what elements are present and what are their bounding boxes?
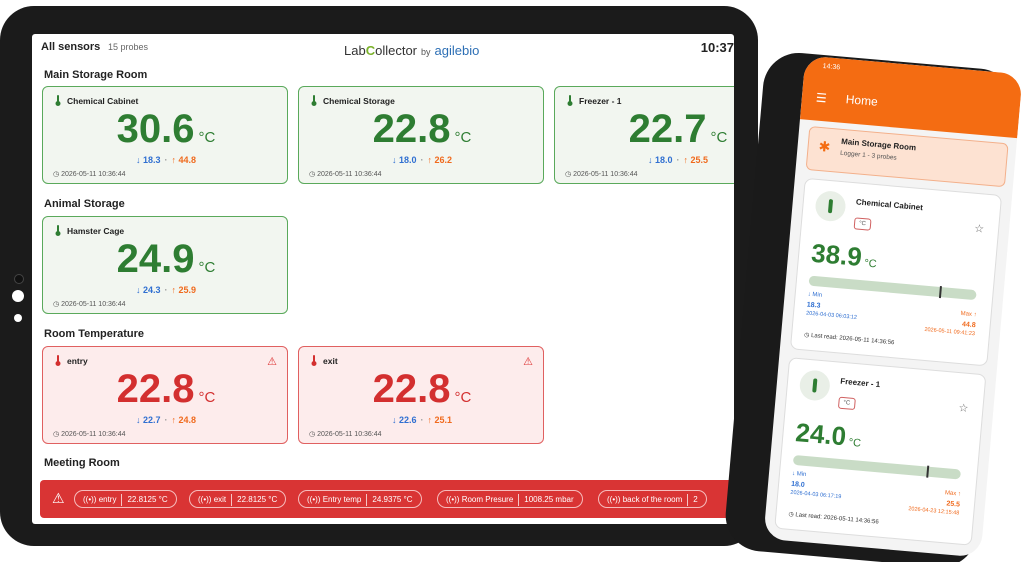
alarm-chip[interactable]: ((•)) Room Presure 1008.25 mbar: [437, 490, 583, 508]
last-read: ◷ Last read: 2026-05-11 14:36:56: [788, 511, 879, 526]
top-bar: All sensors 15 probes LabCollector by agil…: [32, 34, 734, 58]
sensor-card[interactable]: Hamster Cage 24.9 °C ↓ 24.3 · ↑ 25.9 ◷ 2026…: [42, 216, 288, 314]
sensor-name: Chemical Storage: [323, 96, 395, 106]
sensor-value: 38.9°C: [810, 237, 878, 273]
thermometer-icon: [814, 189, 847, 223]
menu-icon[interactable]: ☰: [815, 91, 827, 106]
thermometer-icon: [567, 95, 573, 106]
room-banner[interactable]: ✱ Main Storage Room Logger 1 - 3 probes: [805, 126, 1009, 188]
sensor-name: Chemical Cabinet: [855, 197, 924, 213]
thermometer-icon: [55, 225, 61, 236]
min-value: 18.0: [790, 480, 805, 489]
room-subtitle: Logger 1 - 3 probes: [839, 149, 897, 162]
sensor-card[interactable]: exit ⚠ 22.8 °C ↓ 22.6 · ↑ 25.1 ◷ 2026-05-11…: [298, 346, 544, 444]
timestamp: ◷ 2026-05-11 10:36:44: [53, 431, 126, 438]
thermometer-icon: [55, 95, 61, 106]
phone-screen: 14:36 ☰ Home ✱ Main Storage Room Logger …: [763, 55, 1023, 558]
thermometer-icon: [55, 355, 61, 366]
favorite-star-icon[interactable]: ☆: [958, 401, 969, 415]
sensor-name: Freezer - 1: [579, 96, 622, 106]
section-title: Main Storage Room: [44, 69, 148, 81]
range-bar: [792, 454, 962, 480]
labcollector-logo: LabCollector by agilebio: [344, 43, 480, 58]
sensor-name: entry: [67, 356, 88, 366]
min-max: ↓ 18.3 · ↑ 44.8: [135, 155, 197, 165]
timestamp: ◷ 2026-05-11 10:36:44: [565, 171, 638, 178]
timestamp: ◷ 2026-05-11 10:36:44: [309, 431, 382, 438]
min-max: ↓ 18.0 · ↑ 26.2: [391, 155, 453, 165]
timestamp: ◷ 2026-05-11 10:36:44: [309, 171, 382, 178]
alarm-bar: ⚠ ((•)) entry 22.8125 °C ((•)) exit 22.812…: [40, 480, 734, 518]
section-title: Room Temperature: [44, 328, 145, 340]
phone-status-time: 14:36: [822, 62, 841, 72]
alarm-chip[interactable]: ((•)) exit 22.8125 °C: [189, 490, 287, 508]
thermometer-icon: [311, 355, 317, 366]
max-label: Max ↑: [944, 490, 962, 498]
warning-icon: ⚠: [52, 490, 65, 506]
sensor-value: 24.9 °C: [116, 237, 216, 281]
sensor-value: 22.8 °C: [116, 367, 216, 411]
min-label: ↓ Min: [791, 470, 807, 479]
favorite-star-icon[interactable]: ☆: [974, 222, 985, 236]
sensor-card[interactable]: Chemical Storage 22.8 °C ↓ 18.0 · ↑ 26.2 ◷ …: [298, 86, 544, 184]
min-date: 2026-04-03 06:03:12: [805, 310, 858, 321]
sensor-card[interactable]: entry ⚠ 22.8 °C ↓ 22.7 · ↑ 24.8 ◷ 2026-05-1…: [42, 346, 288, 444]
min-label: ↓ Min: [807, 291, 823, 299]
tablet-screen: All sensors 15 probes LabCollector by agil…: [32, 34, 734, 524]
timestamp: ◷ 2026-05-11 10:36:44: [53, 301, 126, 308]
min-max: ↓ 22.6 · ↑ 25.1: [391, 415, 453, 425]
thermometer-icon: [311, 95, 317, 106]
alarm-chip[interactable]: ((•)) back of the room 2: [598, 490, 707, 508]
section-title: Meeting Room: [44, 457, 120, 469]
asterisk-icon: ✱: [818, 137, 832, 155]
max-value: 25.5: [946, 500, 961, 509]
page-title: All sensors: [41, 41, 101, 53]
thermometer-icon: [798, 369, 832, 402]
unit-badge: °C: [837, 396, 856, 411]
probe-count: 15 probes: [108, 42, 149, 52]
sensor-value: 30.6 °C: [116, 107, 216, 151]
min-max: ↓ 24.3 · ↑ 25.9: [135, 285, 197, 295]
timestamp: ◷ 2026-05-11 10:36:44: [53, 171, 126, 178]
tablet-camera: [14, 274, 24, 284]
phone-sensor-card[interactable]: Freezer - 1 °C ☆ 24.0°C ↓ Min 18.0 2026-…: [774, 357, 987, 546]
sensor-name: Hamster Cage: [67, 226, 125, 236]
last-read: ◷ Last read: 2026-05-11 14:36:56: [803, 332, 895, 347]
unit-badge: °C: [853, 217, 872, 231]
range-marker: [926, 465, 930, 478]
sensor-value: 22.8 °C: [372, 367, 472, 411]
min-date: 2026-04-03 06:17:19: [790, 489, 842, 501]
tablet-device: All sensors 15 probes LabCollector by agil…: [0, 6, 758, 546]
sensor-value: 24.0°C: [794, 417, 862, 452]
sensor-name: exit: [323, 356, 338, 366]
max-label: Max ↑: [960, 310, 977, 319]
sensor-value: 22.8 °C: [372, 107, 472, 151]
sensor-name: Freezer - 1: [839, 376, 881, 390]
sensor-name: Chemical Cabinet: [67, 96, 139, 106]
max-value: 44.8: [961, 321, 976, 330]
section-title: Animal Storage: [44, 198, 125, 210]
alarm-chip[interactable]: ((•)) entry 22.8125 °C: [74, 490, 177, 508]
min-max: ↓ 22.7 · ↑ 24.8: [135, 415, 197, 425]
range-marker: [938, 286, 942, 299]
sensor-card[interactable]: Chemical Cabinet 30.6 °C ↓ 18.3 · ↑ 44.8 ◷ …: [42, 86, 288, 184]
phone-sensor-card[interactable]: Chemical Cabinet °C ☆ 38.9°C ↓ Min 18.3 …: [789, 177, 1003, 367]
phone-header-title: Home: [845, 92, 879, 109]
min-value: 18.3: [806, 301, 821, 310]
alarm-chip[interactable]: ((•)) Entry temp 24.9375 °C: [298, 490, 422, 508]
range-bar: [808, 275, 977, 301]
